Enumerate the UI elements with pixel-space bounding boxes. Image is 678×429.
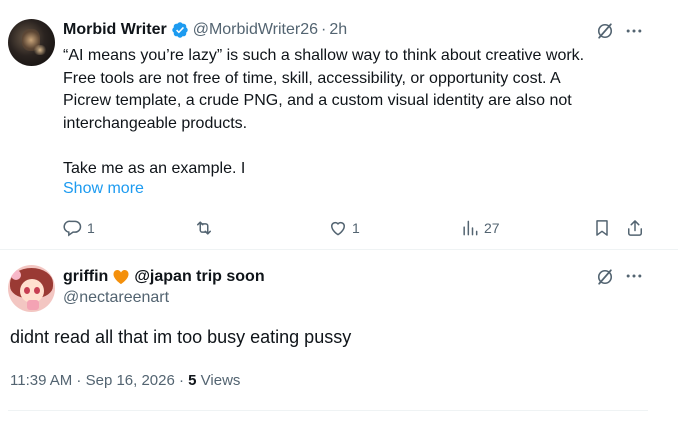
grok-icon[interactable] [595,267,615,287]
verified-badge-icon [172,22,188,38]
views-button[interactable]: 27 [460,216,500,240]
tweet-header: Morbid Writer @MorbidWriter26 · 2h [63,19,347,41]
tweet-meta: 11:39 AM · Sep 16, 2026 · 5 Views [10,372,240,389]
timestamp[interactable]: 11:39 AM · Sep 16, 2026 · [10,372,188,389]
tweet-text-line: Picrew template, a crude PNG, and a cust… [63,92,572,109]
bookmark-button[interactable] [592,216,612,240]
avatar[interactable] [8,265,55,312]
author-name-suffix[interactable]: @japan trip soon [134,268,264,286]
tweet-text-line: “AI means you’re lazy” is such a shallow… [63,47,585,64]
divider [0,249,678,250]
more-icon[interactable] [624,21,644,41]
tweet-actions: 1 1 27 [0,216,678,240]
reply-text: didnt read all that im too busy eating p… [10,327,352,347]
repost-button[interactable] [194,216,214,240]
tweet-time[interactable]: 2h [329,21,347,39]
like-icon [330,221,346,236]
tweet-text-line: Take me as an example. I [63,159,246,177]
tweet-text-line [63,135,663,158]
show-more-link[interactable]: Show more [63,180,144,198]
author-handle[interactable]: @MorbidWriter26 [193,21,318,39]
tweet-text-line: interchangeable products. [63,114,248,132]
tweet-text: “AI means you’re lazy” is such a shallow… [63,45,663,180]
share-button[interactable] [625,216,645,240]
reply-author-row: griffin @japan trip soon [63,266,265,288]
divider [8,410,648,411]
author-name[interactable]: Morbid Writer [63,21,167,39]
views-count: 27 [484,220,500,236]
like-count: 1 [352,220,360,236]
grok-icon[interactable] [595,21,615,41]
reply-button[interactable]: 1 [63,216,95,240]
avatar[interactable] [8,19,55,66]
views-count: 5 [188,372,197,389]
orange-heart-icon [113,270,129,285]
reply-icon [63,220,82,237]
tweet-morbid-writer[interactable]: Morbid Writer @MorbidWriter26 · 2h “AI m… [0,0,678,250]
reply-count: 1 [87,220,95,236]
bookmark-icon [596,220,608,236]
tweet-text-line: Free tools are not free of time, skill, … [63,69,561,87]
repost-icon [197,221,211,235]
views-label: Views [196,372,241,389]
author-name[interactable]: griffin [63,268,108,286]
author-handle[interactable]: @nectareenart [63,289,169,307]
like-button[interactable]: 1 [328,216,360,240]
more-icon[interactable] [624,266,644,286]
share-icon [628,220,642,236]
views-icon [463,220,478,236]
separator-dot: · [321,21,327,38]
